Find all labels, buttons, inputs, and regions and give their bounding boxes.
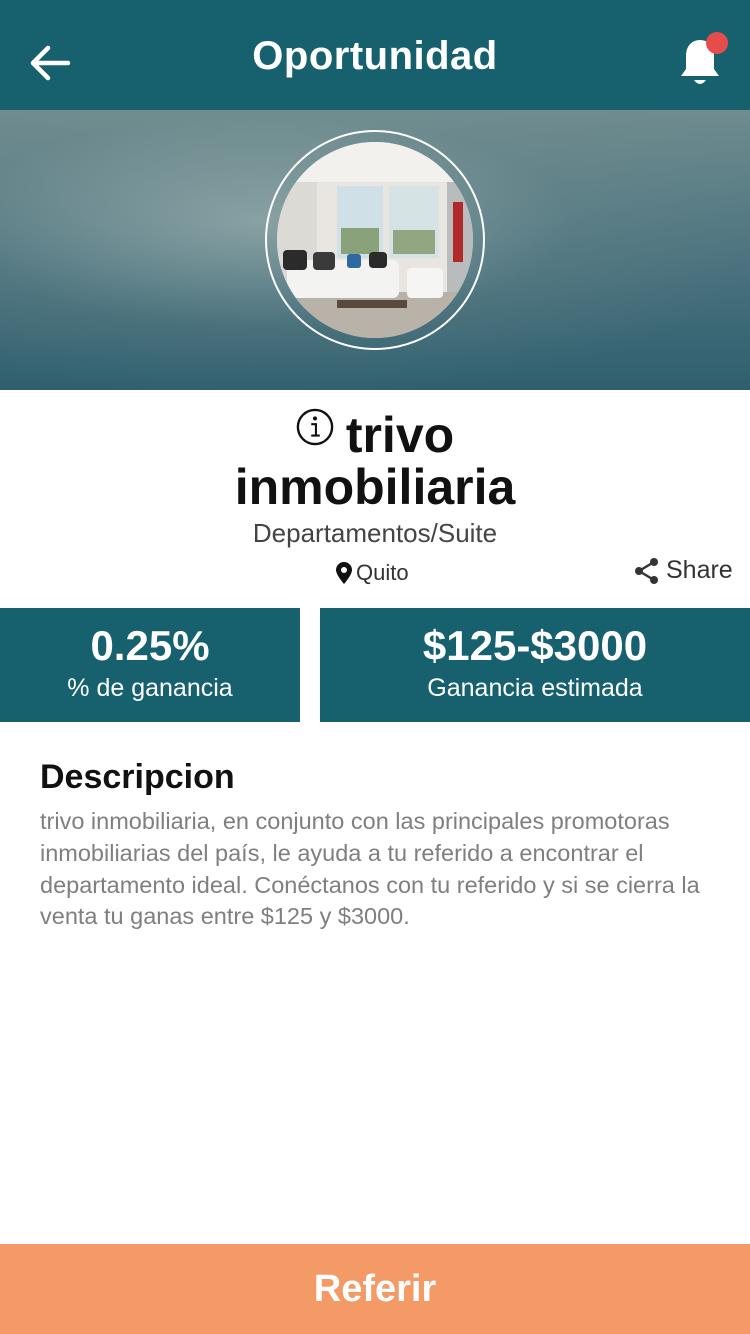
description-text: trivo inmobiliaria, en conjunto con las … [40,808,700,930]
commission-label: % de ganancia [67,674,233,702]
hero-banner [0,110,750,390]
property-photo [277,142,473,338]
opportunity-header: trivo inmobiliaria [0,408,750,513]
map-pin-icon [336,562,352,584]
share-label: Share [666,556,733,584]
company-name-line2: inmobiliaria [234,459,516,515]
category-label: Departamentos/Suite [252,518,498,548]
top-app-bar: Oportunidad [0,0,750,110]
share-icon [635,557,658,584]
page-title: Oportunidad [252,34,498,78]
description-title: Descripcion [40,758,235,796]
company-name-text1: trivo [345,407,455,463]
earnings-card: $125-$3000 Ganancia estimada [320,608,750,722]
commission-value: 0.25% [90,622,210,669]
share-button[interactable]: Share [634,556,733,585]
refer-button[interactable]: Referir [0,1244,750,1334]
info-icon[interactable] [296,408,334,446]
notification-badge [706,32,728,54]
refer-button-label: Referir [313,1267,437,1310]
earnings-value: $125-$3000 [422,622,648,669]
avatar-ring [265,130,485,350]
location: Quito [336,560,409,586]
commission-card: 0.25% % de ganancia [0,608,300,722]
company-name-line1: trivo [0,408,750,461]
location-label: Quito [356,560,409,585]
notifications-button[interactable] [672,30,732,90]
earnings-label: Ganancia estimada [427,674,643,702]
